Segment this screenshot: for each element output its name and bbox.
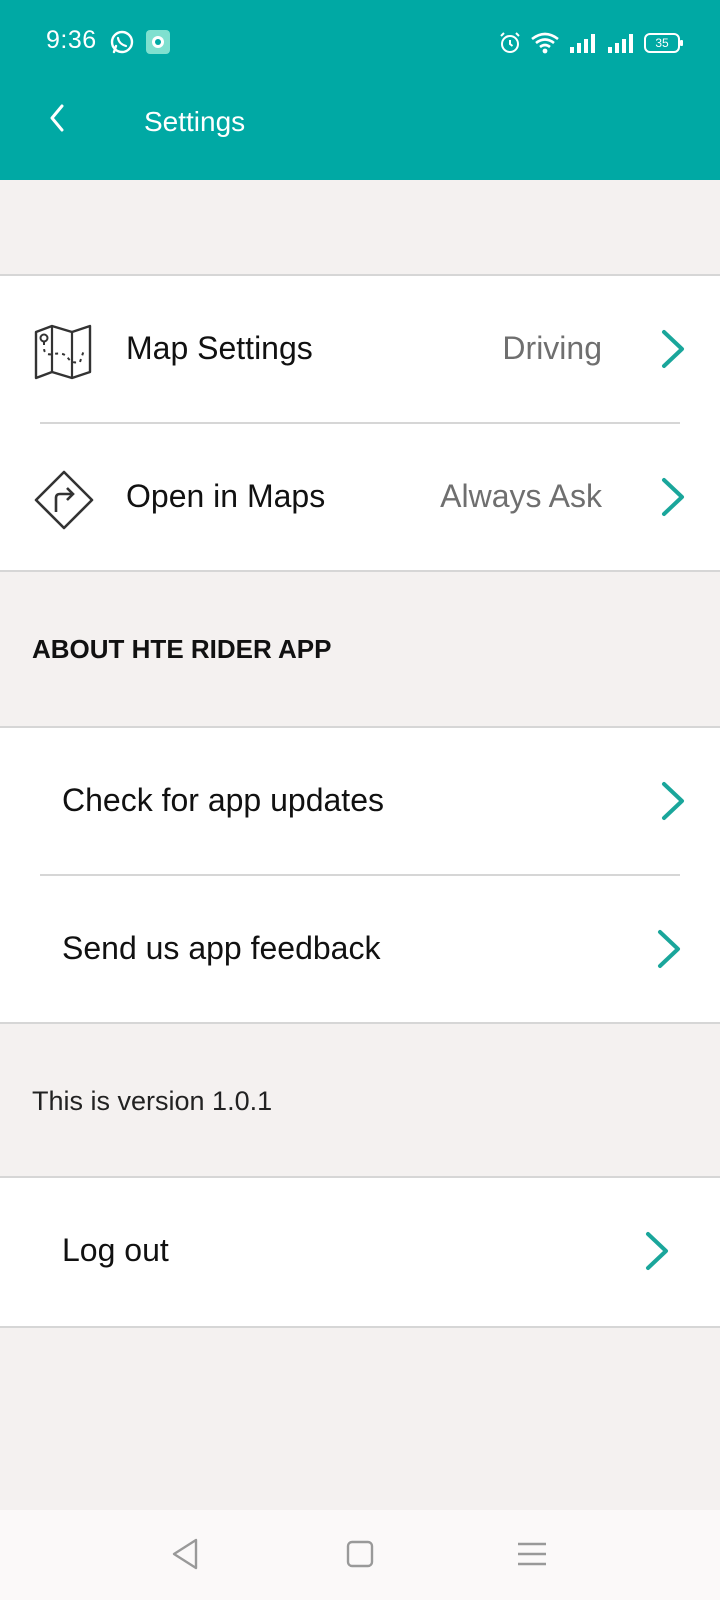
check-updates-label: Check for app updates [62,782,384,818]
open-in-maps-row[interactable]: Open in Maps Always Ask [0,424,720,572]
system-navigation-bar [0,1510,720,1600]
nav-menu-icon[interactable] [508,1530,556,1578]
logout-label: Log out [62,1232,169,1268]
map-settings-label: Map Settings [126,330,313,366]
logout-row[interactable]: Log out [0,1178,720,1326]
nav-home-icon[interactable] [336,1530,384,1578]
status-indicators: 35 [498,28,683,58]
open-in-maps-label: Open in Maps [126,478,326,514]
page-title: Settings [144,106,246,137]
chevron-right-icon [662,478,684,516]
wifi-icon [531,32,559,54]
send-feedback-label: Send us app feedback [62,930,381,966]
battery-icon: 35 [644,33,683,53]
about-section: Check for app updates Send us app feedba… [0,726,720,1024]
map-settings-row[interactable]: Map Settings Driving [0,276,720,424]
chevron-right-icon [646,1232,668,1270]
send-feedback-row[interactable]: Send us app feedback [0,876,720,1024]
nav-back-icon[interactable] [162,1530,210,1578]
chevron-right-icon [662,782,684,820]
open-in-maps-value: Always Ask [440,478,602,514]
alarm-icon [500,32,520,53]
chevron-right-icon [658,930,680,968]
map-settings-value: Driving [502,330,602,366]
back-button[interactable] [36,98,80,142]
directions-icon [34,470,94,530]
logout-section: Log out [0,1176,720,1328]
app-bar: 9:36 35 Settings [0,0,720,180]
check-updates-row[interactable]: Check for app updates [0,728,720,876]
signal-icon-1 [570,34,595,53]
status-time: 9:36 [46,26,97,54]
settings-screen: 9:36 35 Settings Map Settings Driving Op… [0,0,720,1600]
signal-icon-2 [608,34,633,53]
map-settings-section: Map Settings Driving Open in Maps Always… [0,274,720,572]
app-notification-icon [146,30,170,54]
version-text: This is version 1.0.1 [32,1086,273,1116]
folded-map-icon [34,324,92,380]
whatsapp-icon [110,30,134,54]
about-section-header: ABOUT HTE RIDER APP [32,634,332,664]
chevron-right-icon [662,330,684,368]
